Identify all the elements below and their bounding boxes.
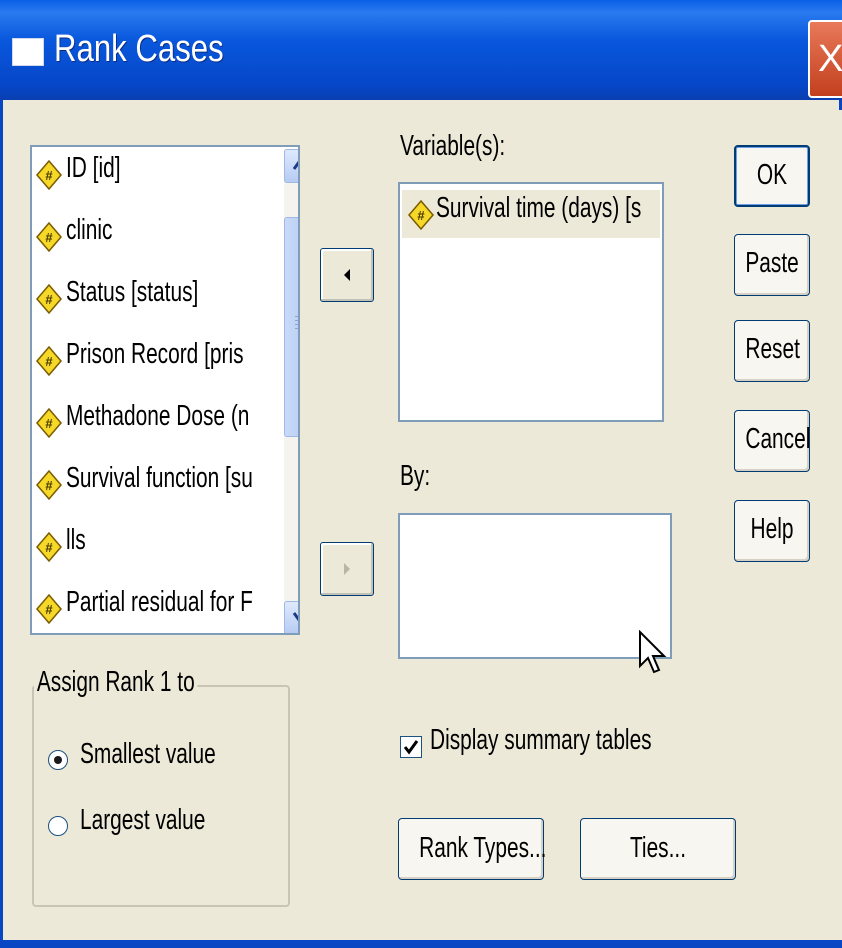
- list-item-label: clinic: [66, 214, 113, 246]
- largest-value-radio[interactable]: [48, 816, 68, 836]
- rank-types-button[interactable]: Rank Types...: [398, 818, 547, 880]
- paste-button[interactable]: Paste: [734, 234, 810, 296]
- grip-line: [295, 316, 298, 317]
- list-item-label: Methadone Dose (n: [66, 400, 250, 432]
- assign-rank-group: [32, 685, 290, 907]
- list-item[interactable]: # lls: [36, 521, 296, 573]
- list-item-label: Survival function [su: [66, 462, 253, 494]
- display-summary-label[interactable]: Display summary tables: [430, 724, 652, 757]
- numeric-variable-icon: #: [36, 346, 62, 376]
- title-bar[interactable]: Rank Cases X: [0, 0, 842, 100]
- numeric-variable-icon: #: [36, 532, 62, 562]
- assign-rank-legend: Assign Rank 1 to: [34, 666, 198, 699]
- paste-label: Paste: [745, 247, 799, 279]
- checkmark-icon: [403, 740, 419, 755]
- svg-text:#: #: [45, 168, 53, 183]
- list-item-label: Survival time (days) [s: [436, 192, 642, 224]
- numeric-variable-icon: #: [36, 284, 62, 314]
- help-label: Help: [750, 513, 794, 545]
- list-item[interactable]: # ID [id]: [36, 149, 296, 201]
- ok-button[interactable]: OK: [734, 145, 810, 207]
- display-summary-checkbox[interactable]: [400, 736, 422, 758]
- ties-label: Ties...: [629, 832, 687, 864]
- scroll-up-button[interactable]: [284, 149, 298, 183]
- svg-text:#: #: [45, 602, 53, 617]
- numeric-variable-icon: #: [408, 200, 434, 230]
- grip-line: [295, 324, 298, 325]
- list-item[interactable]: # Survival function [su: [36, 459, 296, 511]
- window-frame-left: [0, 100, 3, 948]
- numeric-variable-icon: #: [36, 222, 62, 252]
- dialog-body: # ID [id] # clinic # Status [status] # P…: [10, 110, 842, 940]
- svg-text:#: #: [45, 354, 53, 369]
- variables-list[interactable]: # Survival time (days) [s: [398, 182, 664, 422]
- close-icon: X: [818, 38, 842, 80]
- window-frame-bottom: [0, 940, 842, 948]
- by-list[interactable]: [398, 513, 672, 659]
- cancel-button[interactable]: Cancel: [734, 410, 810, 472]
- move-right-button[interactable]: [320, 542, 374, 596]
- reset-label: Reset: [745, 333, 800, 365]
- ties-button[interactable]: Ties...: [580, 818, 736, 880]
- variables-label: Variable(s):: [400, 130, 506, 162]
- chevron-down-icon: [292, 612, 298, 622]
- grip-line: [295, 328, 298, 329]
- svg-text:#: #: [45, 416, 53, 431]
- move-left-button[interactable]: [320, 248, 374, 302]
- largest-value-label[interactable]: Largest value: [80, 804, 205, 837]
- scroll-down-button[interactable]: [284, 601, 298, 633]
- list-item-label: lls: [66, 524, 86, 556]
- ok-label: OK: [756, 159, 788, 191]
- numeric-variable-icon: #: [36, 160, 62, 190]
- svg-text:#: #: [45, 292, 53, 307]
- close-button[interactable]: X: [808, 20, 842, 98]
- list-item-label: Prison Record [pris: [66, 338, 244, 370]
- rank-cases-dialog: Rank Cases X # ID [id] # clinic # Status…: [0, 0, 842, 948]
- mouse-cursor-icon: [639, 630, 667, 674]
- svg-text:#: #: [45, 478, 53, 493]
- reset-button[interactable]: Reset: [734, 320, 810, 382]
- numeric-variable-icon: #: [36, 594, 62, 624]
- list-item[interactable]: # Prison Record [pris: [36, 335, 296, 387]
- arrow-right-icon: [344, 563, 350, 575]
- smallest-value-label[interactable]: Smallest value: [80, 738, 216, 771]
- list-item[interactable]: # Methadone Dose (n: [36, 397, 296, 449]
- source-variable-list[interactable]: # ID [id] # clinic # Status [status] # P…: [30, 145, 300, 635]
- arrow-left-icon: [344, 269, 350, 281]
- list-item-label: Partial residual for F: [66, 586, 253, 618]
- window-icon: [12, 38, 44, 66]
- list-item[interactable]: # Partial residual for F: [36, 583, 296, 633]
- grip-line: [295, 320, 298, 321]
- numeric-variable-icon: #: [36, 470, 62, 500]
- cancel-label: Cancel: [745, 423, 811, 455]
- smallest-value-radio[interactable]: [48, 750, 68, 770]
- scroll-thumb[interactable]: [284, 217, 298, 437]
- svg-text:#: #: [45, 540, 53, 555]
- rank-types-label: Rank Types...: [419, 832, 547, 864]
- list-item-label: Status [status]: [66, 276, 199, 308]
- list-item[interactable]: # Survival time (days) [s: [402, 190, 660, 238]
- svg-text:#: #: [45, 230, 53, 245]
- by-label: By:: [400, 460, 431, 492]
- numeric-variable-icon: #: [36, 408, 62, 438]
- vertical-scrollbar[interactable]: [284, 149, 298, 633]
- chevron-up-icon: [292, 160, 298, 170]
- window-title: Rank Cases: [54, 28, 224, 70]
- help-button[interactable]: Help: [734, 500, 810, 562]
- list-item-label: ID [id]: [66, 152, 121, 184]
- list-item[interactable]: # Status [status]: [36, 273, 296, 325]
- svg-text:#: #: [417, 208, 425, 223]
- list-item[interactable]: # clinic: [36, 211, 296, 263]
